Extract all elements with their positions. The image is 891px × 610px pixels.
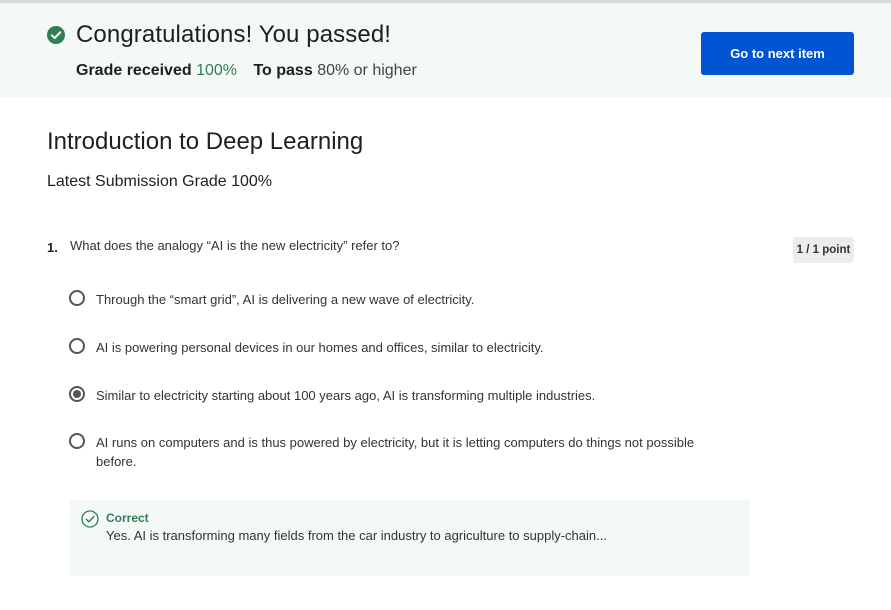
answer-option-label: Through the “smart grid”, AI is deliveri… (96, 292, 475, 307)
grade-received-label: Grade received (76, 62, 192, 79)
answer-option[interactable]: Similar to electricity starting about 10… (69, 386, 726, 405)
grade-received-value: 100% (196, 62, 237, 79)
latest-submission-grade: Latest Submission Grade 100% (47, 173, 272, 191)
radio-button-selected[interactable] (69, 386, 85, 402)
answer-option[interactable]: AI is powering personal devices in our h… (69, 338, 726, 357)
answer-option[interactable]: AI runs on computers and is thus powered… (69, 433, 726, 471)
question-number: 1. (47, 240, 58, 255)
radio-button[interactable] (69, 338, 85, 354)
pass-banner: Congratulations! You passed! Grade recei… (0, 3, 891, 97)
latest-grade-label: Latest Submission Grade (47, 173, 227, 190)
quiz-title: Introduction to Deep Learning (47, 128, 364, 155)
grade-summary: Grade received 100% To pass 80% or highe… (76, 62, 417, 80)
go-to-next-item-button[interactable]: Go to next item (701, 32, 854, 75)
radio-button[interactable] (69, 290, 85, 306)
pass-title: Congratulations! You passed! (76, 21, 392, 48)
answer-option-label: AI is powering personal devices in our h… (96, 340, 544, 355)
answer-option-label: Similar to electricity starting about 10… (96, 388, 596, 403)
feedback-text: Yes. AI is transforming many fields from… (106, 528, 607, 543)
points-badge: 1 / 1 point (793, 237, 854, 263)
radio-button[interactable] (69, 433, 85, 449)
question-text: What does the analogy “AI is the new ele… (70, 238, 400, 253)
check-circle-outline-icon (81, 510, 99, 528)
pass-threshold-value: 80% or higher (317, 62, 417, 79)
check-circle-icon (47, 26, 65, 44)
pass-threshold-label: To pass (253, 62, 313, 79)
answer-option[interactable]: Through the “smart grid”, AI is deliveri… (69, 290, 726, 309)
answer-option-label: AI runs on computers and is thus powered… (96, 435, 695, 469)
feedback-label: Correct (106, 511, 149, 525)
feedback-box: Correct Yes. AI is transforming many fie… (70, 500, 750, 576)
latest-grade-value: 100% (231, 173, 273, 190)
